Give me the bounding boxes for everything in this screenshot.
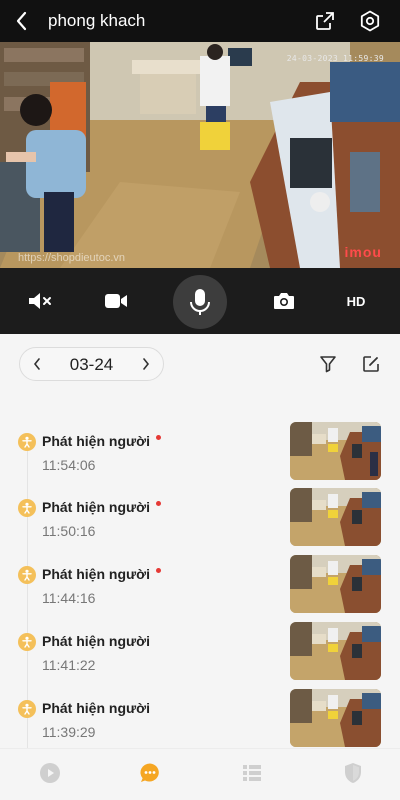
event-title-text: Phát hiện người	[42, 499, 150, 515]
event-item[interactable]: Phát hiện người 11:39:29	[0, 689, 400, 748]
event-item[interactable]: Phát hiện người 11:50:16	[0, 488, 400, 554]
person-detected-icon	[18, 633, 36, 651]
nav-playback[interactable]	[38, 761, 62, 785]
video-camera-icon	[105, 294, 127, 308]
prev-day-button[interactable]	[20, 348, 54, 380]
play-icon	[40, 763, 60, 783]
event-title-text: Phát hiện người	[42, 433, 150, 449]
brand-logo: imou	[345, 244, 382, 260]
brand-logo-text: imou	[344, 244, 382, 260]
camera-icon	[274, 293, 294, 309]
live-video-view[interactable]: 24-03-2023 11:59:39 https://shopdieutoc.…	[0, 42, 400, 268]
microphone-icon	[190, 289, 210, 315]
date-filter-bar: 03-24	[0, 334, 400, 394]
event-title: Phát hiện người	[42, 499, 161, 515]
event-thumbnail[interactable]	[290, 422, 381, 480]
nav-messages[interactable]	[138, 761, 162, 785]
record-button[interactable]	[96, 282, 136, 320]
video-timestamp: 24-03-2023 11:59:39	[286, 54, 384, 63]
talk-button[interactable]	[173, 275, 227, 329]
speaker-muted-icon	[29, 293, 51, 309]
event-list: Phát hiện người 11:54:06 Phát hiện người 11…	[0, 394, 400, 748]
event-thumbnail[interactable]	[290, 689, 381, 747]
event-item[interactable]: Phát hiện người 11:54:06	[0, 422, 400, 488]
video-watermark: https://shopdieutoc.vn	[18, 252, 126, 264]
share-icon	[316, 12, 334, 30]
settings-button[interactable]	[358, 9, 382, 33]
share-button[interactable]	[313, 9, 337, 33]
person-detected-icon	[18, 700, 36, 718]
event-title: Phát hiện người	[42, 433, 161, 449]
settings-icon	[360, 10, 380, 32]
chevron-left-icon	[16, 11, 27, 31]
event-time: 11:39:29	[42, 724, 96, 740]
top-bar: phong khach	[0, 0, 400, 42]
person-detected-icon	[18, 433, 36, 451]
event-title-text: Phát hiện người	[42, 700, 150, 716]
event-item[interactable]: Phát hiện người 11:41:22	[0, 622, 400, 688]
event-title: Phát hiện người	[42, 633, 150, 649]
edit-icon	[363, 356, 379, 372]
event-thumbnail[interactable]	[290, 488, 381, 546]
mute-button[interactable]	[20, 282, 60, 320]
event-title: Phát hiện người	[42, 566, 161, 582]
bottom-navigation	[0, 748, 400, 800]
event-item[interactable]: Phát hiện người 11:44:16	[0, 555, 400, 621]
event-time: 11:50:16	[42, 523, 96, 539]
filter-button[interactable]	[317, 353, 339, 375]
unread-dot	[155, 568, 161, 573]
chevron-left-icon	[33, 358, 40, 370]
event-thumbnail[interactable]	[290, 555, 381, 613]
unread-dot	[155, 501, 161, 506]
event-time: 11:41:22	[42, 657, 96, 673]
message-icon	[140, 763, 159, 782]
chevron-right-icon	[143, 358, 150, 370]
shield-icon	[345, 763, 361, 783]
quality-label: HD	[346, 293, 366, 309]
event-thumbnail[interactable]	[290, 622, 381, 680]
event-title: Phát hiện người	[42, 700, 150, 716]
person-detected-icon	[18, 499, 36, 517]
selected-date[interactable]: 03-24	[54, 355, 129, 375]
snapshot-button[interactable]	[264, 282, 304, 320]
next-day-button[interactable]	[129, 348, 163, 380]
nav-security[interactable]	[341, 761, 365, 785]
back-button[interactable]	[10, 8, 34, 34]
event-time: 11:44:16	[42, 590, 96, 606]
person-detected-icon	[18, 566, 36, 584]
filter-icon	[320, 356, 336, 373]
quality-button[interactable]: HD	[336, 282, 376, 320]
camera-feed-image	[0, 42, 400, 268]
edit-button[interactable]	[360, 353, 382, 375]
camera-title: phong khach	[48, 11, 146, 30]
event-title-text: Phát hiện người	[42, 566, 150, 582]
unread-dot	[155, 435, 161, 440]
nav-list[interactable]	[240, 761, 264, 785]
event-title-text: Phát hiện người	[42, 633, 150, 649]
playback-controls: HD	[0, 268, 400, 334]
event-time: 11:54:06	[42, 457, 96, 473]
date-selector: 03-24	[19, 347, 164, 381]
list-icon	[243, 765, 261, 781]
